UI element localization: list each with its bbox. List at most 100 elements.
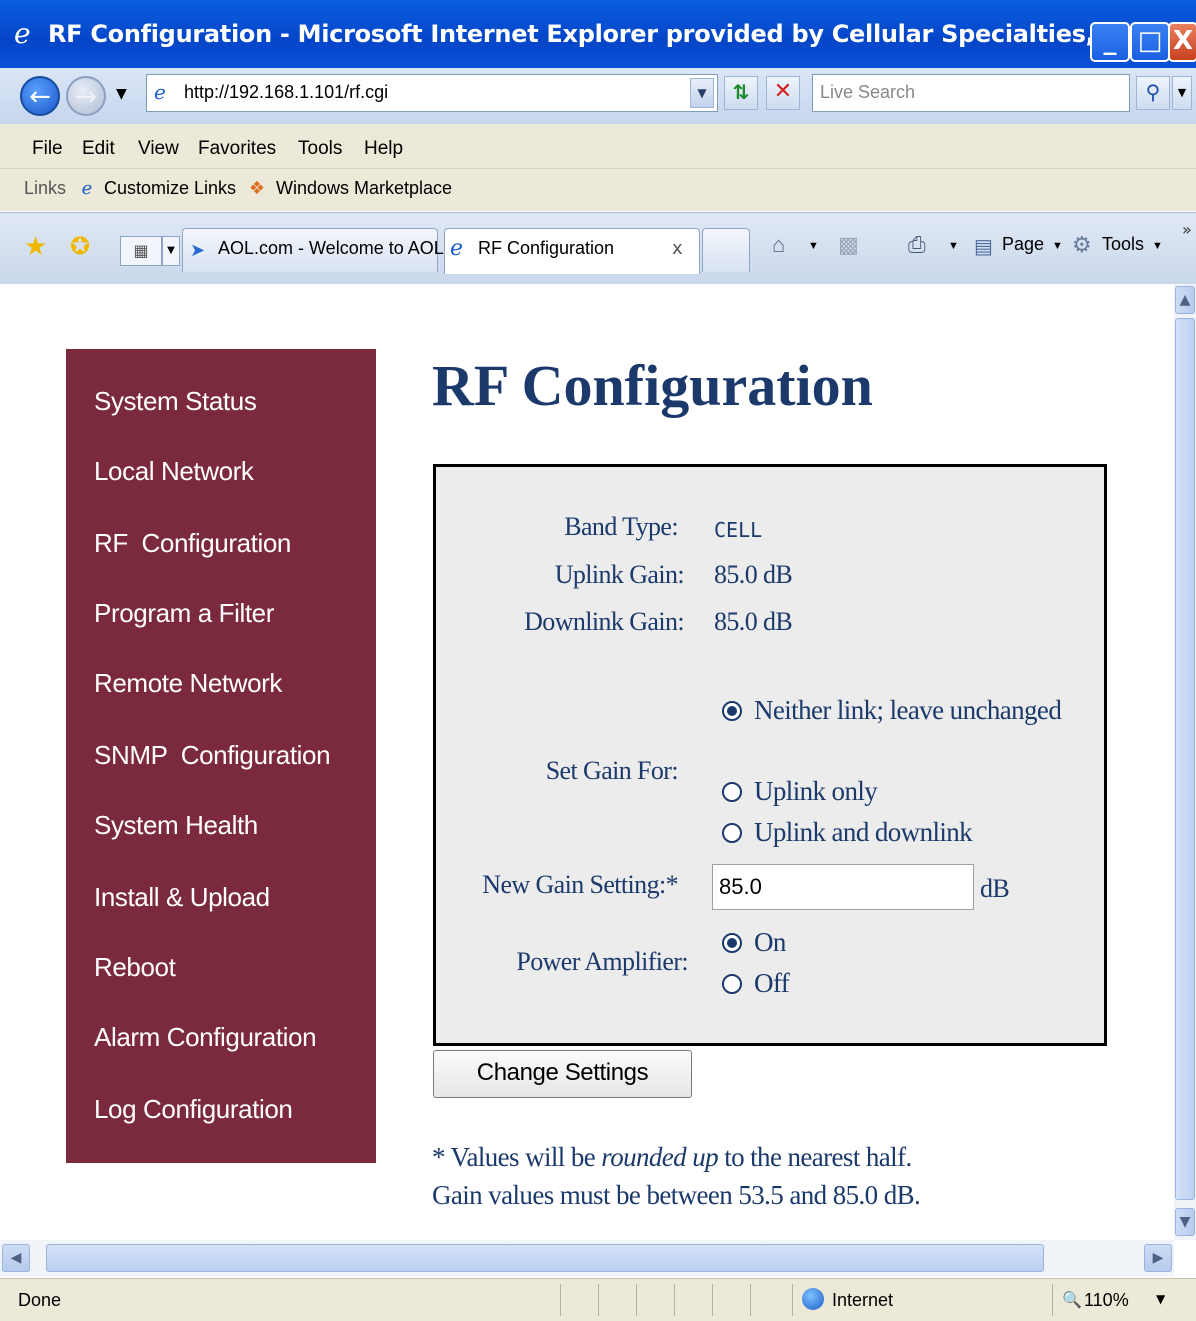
menu-edit[interactable]: Edit	[82, 138, 115, 160]
favorites-star-icon[interactable]: ★	[24, 232, 47, 262]
rounding-note-suffix: to the nearest half.	[718, 1142, 912, 1172]
recent-pages-dropdown[interactable]: ▼	[116, 86, 127, 102]
tab-close-icon[interactable]: x	[672, 238, 683, 259]
radio-amp-off-label[interactable]: Off	[754, 968, 790, 999]
print-icon[interactable]: ⎙	[908, 232, 926, 258]
maximize-button[interactable]: □	[1130, 22, 1170, 62]
menu-tools[interactable]: Tools	[298, 138, 342, 160]
tab-rf-configuration-label[interactable]: RF Configuration	[478, 238, 614, 259]
radio-amp-on-label[interactable]: On	[754, 927, 786, 958]
page-title: RF Configuration	[432, 353, 873, 418]
radio-uplink-and-downlink-label[interactable]: Uplink and downlink	[754, 817, 973, 848]
status-divider	[598, 1284, 599, 1316]
scroll-down-button[interactable]: ▼	[1175, 1208, 1195, 1236]
sidebar-item-program-filter[interactable]: Program a Filter	[94, 598, 274, 629]
band-type-label: Band Type:	[564, 512, 678, 541]
new-gain-input[interactable]	[712, 864, 974, 910]
minimize-button[interactable]: _	[1090, 22, 1130, 62]
tools-menu-dropdown-icon[interactable]: ▼	[1152, 240, 1163, 252]
sidebar-item-system-status[interactable]: System Status	[94, 386, 257, 417]
page-menu-dropdown-icon[interactable]: ▼	[1052, 240, 1063, 252]
sidebar-item-remote-network[interactable]: Remote Network	[94, 668, 282, 699]
menu-file[interactable]: File	[32, 138, 63, 160]
link-windows-marketplace[interactable]: Windows Marketplace	[276, 178, 452, 199]
print-dropdown-icon[interactable]: ▼	[948, 240, 959, 252]
new-gain-label: New Gain Setting:*	[482, 870, 678, 899]
status-divider	[750, 1284, 751, 1316]
zoom-dropdown-icon[interactable]: ▼	[1156, 1292, 1165, 1306]
radio-uplink-only[interactable]	[722, 782, 742, 802]
home-dropdown-icon[interactable]: ▼	[808, 240, 819, 252]
page-menu[interactable]: Page	[1002, 234, 1044, 255]
scroll-up-button[interactable]: ▲	[1175, 286, 1195, 314]
address-url[interactable]: http://192.168.1.101/rf.cgi	[184, 82, 388, 103]
ie-page-icon: e	[81, 178, 93, 199]
search-options-dropdown[interactable]: ▼	[1172, 76, 1192, 110]
address-dropdown-button[interactable]: ▼	[690, 78, 714, 108]
zoom-icon[interactable]: 🔍	[1062, 1290, 1082, 1309]
radio-neither-link-label[interactable]: Neither link; leave unchanged	[754, 695, 1062, 726]
back-button[interactable]: ←	[20, 76, 60, 116]
sidebar-item-log-configuration[interactable]: Log Configuration	[94, 1094, 293, 1125]
more-commands-icon[interactable]: »	[1182, 220, 1192, 239]
scroll-left-button[interactable]: ◀	[2, 1244, 30, 1272]
set-gain-label: Set Gain For:	[545, 756, 679, 785]
gear-icon[interactable]: ⚙	[1072, 232, 1092, 258]
internet-zone-icon	[802, 1288, 824, 1310]
windows-flag-icon: ❖	[248, 178, 266, 199]
ie-tab-icon: e	[450, 236, 464, 261]
status-divider	[792, 1284, 793, 1316]
menu-favorites[interactable]: Favorites	[198, 138, 276, 160]
scroll-right-button[interactable]: ▶	[1144, 1244, 1172, 1272]
sidebar-item-rf-configuration[interactable]: RF Configuration	[94, 528, 291, 559]
window-title: RF Configuration - Microsoft Internet Ex…	[48, 20, 1151, 48]
page-icon: e	[154, 80, 166, 104]
sidebar-item-snmp-configuration[interactable]: SNMP Configuration	[94, 740, 331, 771]
sidebar-item-install-upload[interactable]: Install & Upload	[94, 882, 270, 913]
radio-uplink-only-label[interactable]: Uplink only	[754, 776, 878, 807]
status-divider	[1052, 1284, 1053, 1316]
refresh-button[interactable]: ⇅	[724, 76, 758, 110]
status-divider	[712, 1284, 713, 1316]
sidebar-item-system-health[interactable]: System Health	[94, 810, 258, 841]
link-customize-links[interactable]: Customize Links	[104, 178, 236, 199]
tab-list-dropdown[interactable]: ▼	[162, 236, 180, 266]
page-menu-icon[interactable]: ▤	[974, 234, 993, 259]
zoom-level[interactable]: 110%	[1084, 1290, 1129, 1311]
radio-amp-on[interactable]	[722, 933, 742, 953]
menu-view[interactable]: View	[138, 138, 179, 160]
rounding-note-prefix: * Values will be	[432, 1142, 602, 1172]
quick-tabs-icon[interactable]: ▦	[120, 236, 162, 266]
forward-button[interactable]: →	[66, 76, 106, 116]
downlink-gain-value: 85.0 dB	[714, 607, 793, 636]
radio-neither-link[interactable]	[722, 701, 742, 721]
sidebar-item-local-network[interactable]: Local Network	[94, 456, 254, 487]
sidebar-item-alarm-configuration[interactable]: Alarm Configuration	[94, 1022, 317, 1053]
menu-help[interactable]: Help	[364, 138, 403, 160]
status-divider	[674, 1284, 675, 1316]
new-tab-button[interactable]	[702, 228, 750, 272]
home-icon[interactable]: ⌂	[772, 232, 785, 258]
power-amp-label: Power Amplifier:	[516, 947, 688, 976]
tools-menu[interactable]: Tools	[1102, 234, 1144, 255]
horizontal-scroll-thumb[interactable]	[46, 1244, 1044, 1272]
stop-button[interactable]: ✕	[766, 76, 800, 110]
sidebar-item-reboot[interactable]: Reboot	[94, 952, 176, 983]
aol-icon: ➤	[190, 240, 206, 261]
rounding-note-emphasis: rounded up	[601, 1142, 719, 1172]
radio-uplink-and-downlink[interactable]	[722, 823, 742, 843]
uplink-gain-label: Uplink Gain:	[554, 560, 685, 589]
feeds-icon[interactable]: ▩	[838, 232, 859, 258]
vertical-scroll-thumb[interactable]	[1175, 318, 1195, 1200]
tab-aol-label[interactable]: AOL.com - Welcome to AOL	[218, 238, 444, 259]
search-placeholder[interactable]: Live Search	[820, 82, 915, 103]
security-zone: Internet	[832, 1290, 894, 1310]
add-favorite-icon[interactable]: ✪	[70, 232, 90, 260]
downlink-gain-label: Downlink Gain:	[524, 607, 684, 636]
radio-amp-off[interactable]	[722, 974, 742, 994]
rounding-note: * Values will be rounded up to the neare…	[432, 1142, 912, 1173]
change-settings-button[interactable]: Change Settings	[433, 1050, 692, 1098]
close-button[interactable]: X	[1168, 22, 1196, 62]
search-icon[interactable]: ⚲	[1136, 76, 1170, 110]
uplink-gain-value: 85.0 dB	[714, 560, 793, 589]
